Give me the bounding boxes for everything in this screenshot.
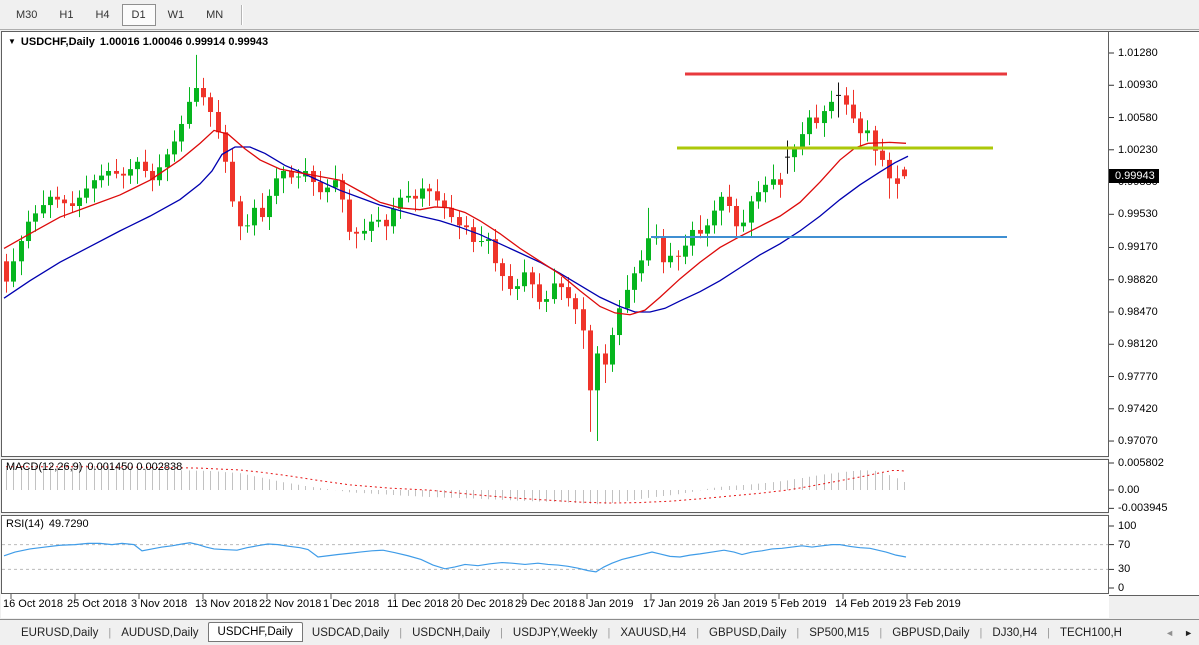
tab-scroll-right-icon[interactable]: ► [1184, 628, 1193, 638]
price-axis-label: 0.97420 [1118, 403, 1158, 415]
macd-splitter[interactable] [0, 456, 1199, 459]
tab-usdchf-daily[interactable]: USDCHF,Daily [208, 622, 303, 642]
trading-platform-window: M30H1H4D1W1MN ▼ USDCHF,Daily 1.00016 1.000… [0, 0, 1199, 645]
tab-gbpusd-daily[interactable]: GBPUSD,Daily [700, 624, 795, 642]
rsi-axis-label: 0 [1118, 582, 1124, 594]
date-axis-label: 25 Oct 2018 [67, 598, 127, 610]
macd-indicator-label: MACD(12,26,9)0.001450 0.002838 [6, 461, 182, 473]
date-axis-label: 26 Jan 2019 [707, 598, 768, 610]
date-axis-label: 17 Jan 2019 [643, 598, 704, 610]
price-axis-label: 1.00930 [1118, 79, 1158, 91]
chart-tabs: EURUSD,Daily|AUDUSD,DailyUSDCHF,DailyUSD… [12, 623, 1131, 643]
tab-separator: | [796, 627, 799, 639]
rsi-indicator-label: RSI(14)49.7290 [6, 518, 89, 530]
date-axis-label: 1 Dec 2018 [323, 598, 379, 610]
price-axis-label: 1.00230 [1118, 144, 1158, 156]
tab-separator: | [980, 627, 983, 639]
tab-separator: | [879, 627, 882, 639]
price-axis-label: 0.97070 [1118, 435, 1158, 447]
date-axis-label: 23 Feb 2019 [899, 598, 961, 610]
timeframe-button-w1[interactable]: W1 [158, 4, 195, 26]
chart-ohlc-values: 1.00016 1.00046 0.99914 0.99943 [100, 36, 268, 48]
date-axis-label: 11 Dec 2018 [387, 598, 449, 610]
price-axis-label: 0.99530 [1118, 208, 1158, 220]
rsi-axis-label: 30 [1118, 563, 1130, 575]
tab-separator: | [399, 627, 402, 639]
date-axis-label: 8 Jan 2019 [579, 598, 633, 610]
tab-audusd-daily[interactable]: AUDUSD,Daily [112, 624, 207, 642]
tab-tech100-h[interactable]: TECH100,H [1051, 624, 1131, 642]
date-axis-label: 3 Nov 2018 [131, 598, 187, 610]
price-axis-label: 0.98120 [1118, 338, 1158, 350]
chart-menu-icon[interactable]: ▼ [8, 37, 16, 46]
tab-separator: | [108, 627, 111, 639]
macd-axis-label: -0.003945 [1118, 502, 1168, 514]
date-axis-label: 5 Feb 2019 [771, 598, 827, 610]
timeframe-button-h4[interactable]: H4 [85, 4, 119, 26]
rsi-splitter[interactable] [0, 512, 1199, 515]
price-axis-label: 0.97770 [1118, 371, 1158, 383]
tab-gbpusd-daily[interactable]: GBPUSD,Daily [883, 624, 978, 642]
macd-axis-label: 0.005802 [1118, 457, 1164, 469]
price-axis-label: 1.01280 [1118, 47, 1158, 59]
price-axis-label: 0.98820 [1118, 274, 1158, 286]
tab-usdcad-daily[interactable]: USDCAD,Daily [303, 624, 398, 642]
chart-title: ▼ USDCHF,Daily 1.00016 1.00046 0.99914 0.9… [8, 36, 268, 48]
tab-dj30-h4[interactable]: DJ30,H4 [983, 624, 1046, 642]
toolbar-separator [241, 5, 243, 25]
rsi-axis-label: 100 [1118, 520, 1136, 532]
chart-tab-bar: EURUSD,Daily|AUDUSD,DailyUSDCHF,DailyUSD… [0, 619, 1199, 645]
tab-sp500-m15[interactable]: SP500,M15 [800, 624, 878, 642]
tab-separator: | [608, 627, 611, 639]
price-axis-label: 0.99170 [1118, 241, 1158, 253]
date-axis-label: 22 Nov 2018 [259, 598, 321, 610]
tab-usdjpy-weekly[interactable]: USDJPY,Weekly [504, 624, 607, 642]
rsi-value: 49.7290 [49, 518, 89, 530]
tab-separator: | [500, 627, 503, 639]
timeframe-button-h1[interactable]: H1 [49, 4, 83, 26]
timeframe-button-d1[interactable]: D1 [122, 4, 156, 26]
tab-scroll-left-icon[interactable]: ◄ [1165, 628, 1174, 638]
macd-axis-label: 0.00 [1118, 484, 1139, 496]
date-axis-label: 13 Nov 2018 [195, 598, 257, 610]
macd-values: 0.001450 0.002838 [87, 461, 182, 473]
price-axis-label: 0.98470 [1118, 306, 1158, 318]
date-axis-label: 20 Dec 2018 [451, 598, 513, 610]
price-axis-label: 1.00580 [1118, 112, 1158, 124]
tab-usdcnh-daily[interactable]: USDCNH,Daily [403, 624, 499, 642]
date-axis-label: 29 Dec 2018 [515, 598, 577, 610]
tab-eurusd-daily[interactable]: EURUSD,Daily [12, 624, 107, 642]
timeframe-button-m30[interactable]: M30 [6, 4, 47, 26]
rsi-axis-label: 70 [1118, 539, 1130, 551]
tab-scroll-arrows: ◄ ► [1165, 628, 1199, 638]
chart-symbol-label: USDCHF,Daily [21, 36, 95, 48]
tab-separator: | [1047, 627, 1050, 639]
timeframe-button-mn[interactable]: MN [196, 4, 233, 26]
date-axis-label: 14 Feb 2019 [835, 598, 897, 610]
date-axis-label: 16 Oct 2018 [3, 598, 63, 610]
tab-xauusd-h4[interactable]: XAUUSD,H4 [611, 624, 695, 642]
main-chart-pane[interactable] [1, 31, 1109, 457]
current-price-tag: 0.99943 [1109, 169, 1159, 183]
tab-separator: | [696, 627, 699, 639]
timeframe-toolbar: M30H1H4D1W1MN [0, 0, 1199, 30]
rsi-pane[interactable] [1, 515, 1109, 594]
